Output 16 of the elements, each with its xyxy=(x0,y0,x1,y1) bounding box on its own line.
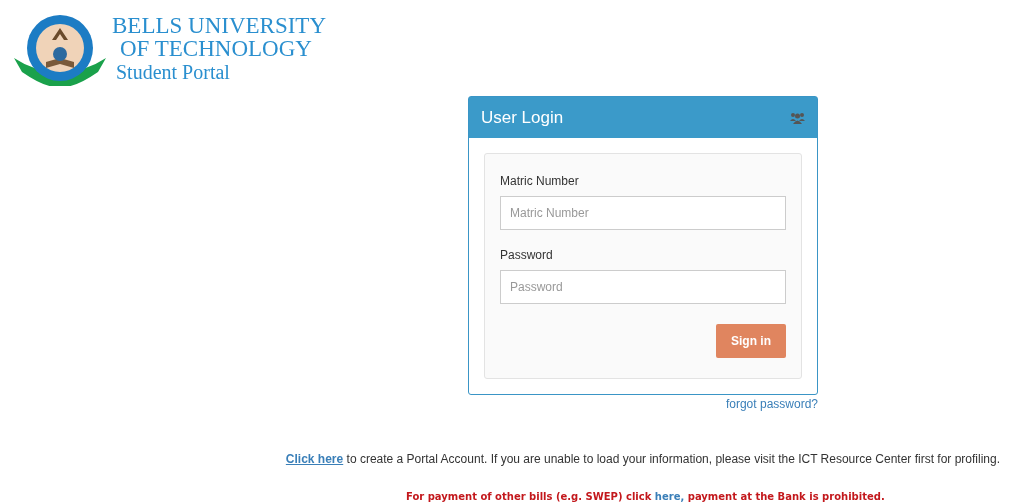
click-here-link[interactable]: Click here xyxy=(285,452,344,466)
logo-title: BELLS UNIVERSITY xyxy=(112,14,327,37)
field-label: Matric Number xyxy=(500,173,579,190)
field-label: Password xyxy=(500,247,553,264)
logo-subtitle: Student Portal xyxy=(116,62,231,82)
university-seal-icon xyxy=(12,14,108,86)
here-link[interactable]: here, xyxy=(654,491,685,502)
sign-in-button[interactable]: Sign in xyxy=(716,324,786,358)
users-icon xyxy=(790,111,805,124)
forgot-password-link[interactable]: forgot password? xyxy=(725,397,818,411)
input-field[interactable]: Matric Number xyxy=(500,196,786,230)
panel-title: User Login xyxy=(481,106,564,129)
payment-notice: For payment of other bills (e.g. SWEP) click here, payment at the Bank is prohibited. xyxy=(406,490,886,504)
account-notice: Click here to create a Portal Account. If you are unable to load your information, please visit the ICT Resource Center first for profiling. xyxy=(284,451,1001,468)
input-field[interactable]: Password xyxy=(500,270,786,304)
logo-title: OF TECHNOLOGY xyxy=(120,37,313,60)
